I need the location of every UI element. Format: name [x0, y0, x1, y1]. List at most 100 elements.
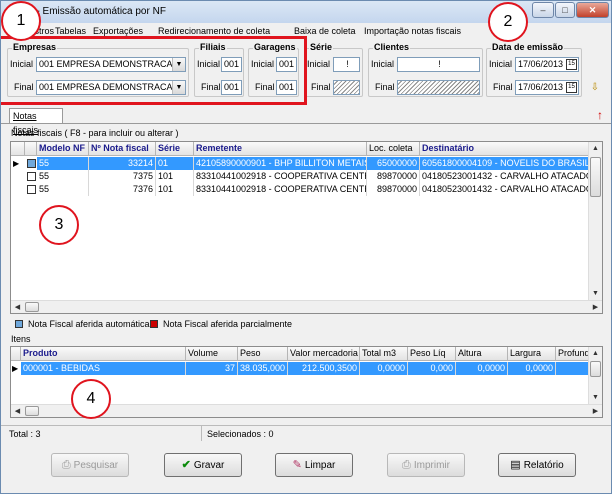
garagem-inicial-input[interactable]: 001: [276, 57, 297, 72]
data-final-value: 17/06/2013: [518, 82, 564, 92]
row-checkbox[interactable]: [27, 172, 36, 181]
col-serie[interactable]: Série: [156, 142, 194, 156]
pesquisar-button[interactable]: ⎙ Pesquisar: [51, 453, 129, 477]
filial-final-input[interactable]: 001: [221, 80, 242, 95]
col-peso[interactable]: Peso: [238, 347, 288, 361]
maximize-button[interactable]: □: [555, 2, 575, 18]
col-valor-mercadoria[interactable]: Valor mercadoria: [288, 347, 360, 361]
scroll-down-icon[interactable]: ▼: [589, 287, 602, 300]
cell-loc: 65000000: [367, 157, 420, 170]
calendar-icon[interactable]: 15: [566, 59, 577, 70]
scroll-up-icon[interactable]: ▲: [589, 347, 602, 360]
tab-notas-fiscais[interactable]: Notas fiscais: [9, 108, 63, 135]
menu-item-importacao[interactable]: Importação notas fiscais: [364, 26, 461, 36]
scroll-thumb[interactable]: [25, 302, 39, 312]
relatorio-button[interactable]: ▤ Relatório: [498, 453, 576, 477]
serie-inicial-label: Inicial: [307, 59, 331, 69]
arrow-up-icon[interactable]: ↑: [593, 108, 607, 122]
chevron-down-icon[interactable]: ▼: [172, 58, 185, 71]
col-volume[interactable]: Volume: [186, 347, 238, 361]
menu-item-redirecionamento[interactable]: Redirecionamento de coleta: [158, 26, 270, 36]
data-final-input[interactable]: 17/06/2013 15: [515, 80, 579, 95]
status-total: Total : 3: [9, 429, 41, 439]
clientes-final-label: Final: [375, 82, 395, 92]
empresa-inicial-select[interactable]: 001 EMPRESA DEMONSTRACAO ▼: [36, 57, 186, 72]
cell-remetente: 83310441002918 - COOPERATIVA CENTRAL: [196, 170, 367, 183]
garagem-final-input[interactable]: 001: [276, 80, 297, 95]
minimize-button[interactable]: –: [532, 2, 554, 18]
filial-inicial-input[interactable]: 001: [221, 57, 242, 72]
col-remetente[interactable]: Remetente: [194, 142, 367, 156]
table-row[interactable]: ▶ 000001 - BEBIDAS 37 38.035,000 212.500…: [11, 362, 590, 375]
gravar-label: Gravar: [193, 460, 225, 471]
scroll-left-icon[interactable]: ◀: [11, 301, 24, 313]
gravar-button[interactable]: ✔ Gravar: [164, 453, 242, 477]
col-largura[interactable]: Largura: [508, 347, 556, 361]
imprimir-button[interactable]: ⎙ Imprimir: [387, 453, 465, 477]
status-bar: Total : 3 Selecionados : 0: [1, 425, 611, 441]
row-checkbox[interactable]: [27, 159, 36, 168]
data-inicial-label: Inicial: [489, 59, 513, 69]
cell-destinatario: 04180523001432 - CARVALHO ATACADO D: [422, 170, 590, 183]
cell-loc: 89870000: [367, 183, 420, 196]
data-emissao-group: Data de emissão Inicial 17/06/2013 15 Fi…: [486, 42, 582, 97]
cell-nota: 7376: [89, 183, 156, 196]
scroll-left-icon[interactable]: ◀: [11, 405, 24, 417]
cliente-final-input[interactable]: [397, 80, 480, 95]
tab-divider: [1, 123, 611, 124]
garagens-group: Garagens Inicial 001 Final 001: [248, 42, 299, 97]
col-altura[interactable]: Altura: [456, 347, 508, 361]
scroll-right-icon[interactable]: ▶: [589, 301, 602, 313]
col-peso-liq[interactable]: Peso Líq: [408, 347, 456, 361]
serie-final-input[interactable]: [333, 80, 360, 95]
cliente-inicial-input[interactable]: !: [397, 57, 480, 72]
annotation-circle-3: 3: [39, 205, 79, 245]
row-checkbox[interactable]: [27, 185, 36, 194]
chevron-down-icon[interactable]: ▼: [172, 81, 185, 94]
data-final-label: Final: [493, 82, 513, 92]
garagens-title: Garagens: [253, 42, 297, 52]
empresa-final-select[interactable]: 001 EMPRESA DEMONSTRACAO ▼: [36, 80, 186, 95]
application-window: S - Emissão automática por NF – □ ✕ Cada…: [0, 0, 612, 494]
col-modelo-nf[interactable]: Modelo NF: [37, 142, 89, 156]
cell-modelo: 55: [37, 170, 89, 183]
scroll-down-icon[interactable]: ▼: [589, 391, 602, 404]
data-inicial-input[interactable]: 17/06/2013 15: [515, 57, 579, 72]
col-total-m3[interactable]: Total m3: [360, 347, 408, 361]
annotation-circle-1: 1: [1, 1, 41, 41]
cell-volume: 37: [186, 362, 238, 375]
notas-vertical-scrollbar[interactable]: ▲ ▼: [588, 142, 602, 300]
scroll-thumb[interactable]: [25, 406, 39, 416]
col-loc-coleta[interactable]: Loc. coleta: [367, 142, 420, 156]
table-row[interactable]: 55 7375 101 83310441002918 - COOPERATIVA…: [11, 170, 590, 183]
scroll-up-icon[interactable]: ▲: [589, 142, 602, 155]
calendar-icon[interactable]: 15: [566, 82, 577, 93]
cell-modelo: 55: [37, 183, 89, 196]
menu-item-exportacoes[interactable]: Exportações: [93, 26, 143, 36]
limpar-button[interactable]: ✎ Limpar: [275, 453, 353, 477]
col-profundidade[interactable]: Profundid: [556, 347, 590, 361]
menu-item-tabelas[interactable]: Tabelas: [55, 26, 86, 36]
scroll-thumb[interactable]: [590, 361, 601, 377]
serie-title: Série: [309, 42, 334, 52]
table-row[interactable]: ▶ 55 33214 01 42105890000901 - BHP BILLI…: [11, 157, 590, 170]
notas-grid: Modelo NF Nº Nota fiscal Série Remetente…: [10, 141, 603, 314]
itens-vertical-scrollbar[interactable]: ▲ ▼: [588, 347, 602, 404]
cell-peso: 38.035,000: [238, 362, 288, 375]
legend-parcial-label: Nota Fiscal aferida parcialmente: [163, 319, 293, 329]
serie-inicial-input[interactable]: !: [333, 57, 360, 72]
col-destinatario[interactable]: Destinatário: [420, 142, 590, 156]
empresa-final-value: 001 EMPRESA DEMONSTRACAO: [39, 82, 180, 92]
col-nota-fiscal[interactable]: Nº Nota fiscal: [89, 142, 156, 156]
notas-horizontal-scrollbar[interactable]: ◀ ▶: [11, 300, 602, 313]
menu-item-baixa[interactable]: Baixa de coleta: [294, 26, 356, 36]
table-row[interactable]: 55 7376 101 83310441002918 - COOPERATIVA…: [11, 183, 590, 196]
scroll-thumb[interactable]: [590, 157, 601, 197]
scroll-right-icon[interactable]: ▶: [589, 405, 602, 417]
clientes-title: Clientes: [373, 42, 411, 52]
close-button[interactable]: ✕: [576, 2, 609, 18]
filiais-group: Filiais Inicial 001 Final 001: [194, 42, 244, 97]
legend-parcial-swatch: [150, 320, 158, 328]
filter-icon[interactable]: ⇩: [588, 81, 602, 95]
col-produto[interactable]: Produto: [21, 347, 186, 361]
